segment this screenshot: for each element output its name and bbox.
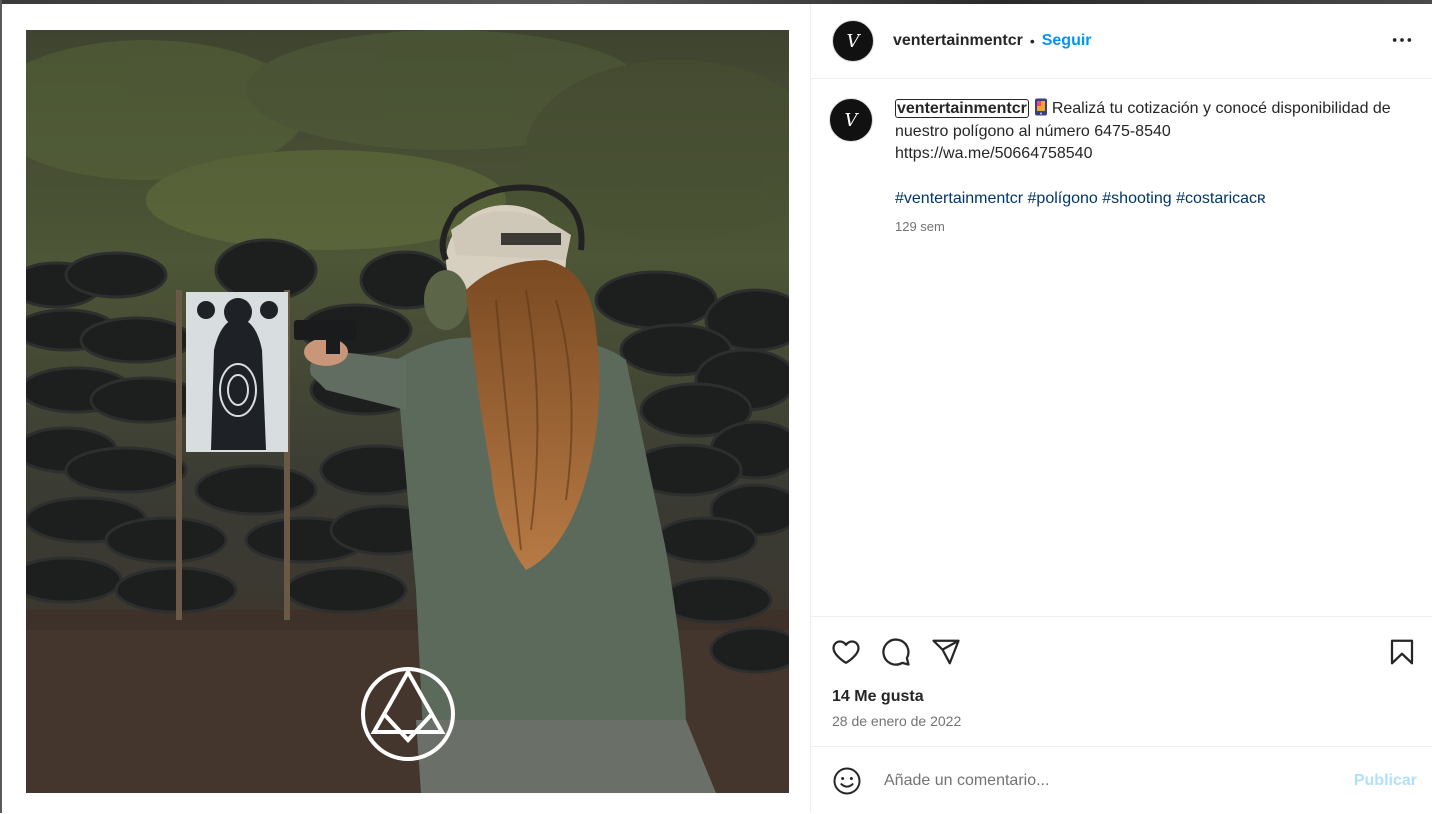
phone-emoji-icon [1034, 98, 1047, 116]
comment-input[interactable] [882, 770, 1326, 791]
hashtag[interactable]: #polígono [1028, 190, 1098, 207]
hashtag-list: #ventertainmentcr #polígono #shooting #c… [895, 188, 1395, 211]
hashtag[interactable]: #shooting [1102, 190, 1171, 207]
post-date: 28 de enero de 2022 [832, 713, 962, 729]
publish-button[interactable]: Publicar [1354, 772, 1417, 790]
comment-icon[interactable] [881, 637, 911, 667]
caption-block: V ventertainmentcr Realizá tu cotización… [829, 98, 1419, 239]
caption-avatar[interactable]: V [829, 98, 873, 142]
caption-body: ventertainmentcr Realizá tu cotización y… [895, 98, 1395, 239]
post-media [2, 4, 810, 813]
heart-icon[interactable] [831, 637, 861, 667]
share-icon[interactable] [931, 637, 961, 667]
avatar[interactable]: V [832, 20, 874, 62]
post-photo[interactable] [26, 30, 789, 793]
caption-link[interactable]: https://wa.me/50664758540 [895, 145, 1092, 162]
emoji-icon[interactable] [832, 766, 862, 796]
follow-button[interactable]: Seguir [1042, 32, 1092, 50]
bookmark-icon[interactable] [1387, 637, 1417, 667]
separator-dot: • [1029, 33, 1035, 49]
likes-count[interactable]: 14 Me gusta [832, 688, 924, 706]
comment-bar: Publicar [811, 746, 1432, 814]
hashtag[interactable]: #ventertainmentcr [895, 190, 1023, 207]
caption-username[interactable]: ventertainmentcr [895, 99, 1029, 118]
post-detail-panel: V ventertainmentcr • Seguir V ventertain… [810, 4, 1432, 813]
hashtag[interactable]: #costaricaᴄʀ [1176, 190, 1266, 207]
caption-timestamp[interactable]: 129 sem [895, 216, 1395, 239]
post-header: V ventertainmentcr • Seguir [811, 4, 1432, 79]
author-username[interactable]: ventertainmentcr [893, 32, 1023, 50]
more-options-icon[interactable] [1391, 28, 1413, 52]
action-bar: 14 Me gusta 28 de enero de 2022 [811, 616, 1432, 747]
